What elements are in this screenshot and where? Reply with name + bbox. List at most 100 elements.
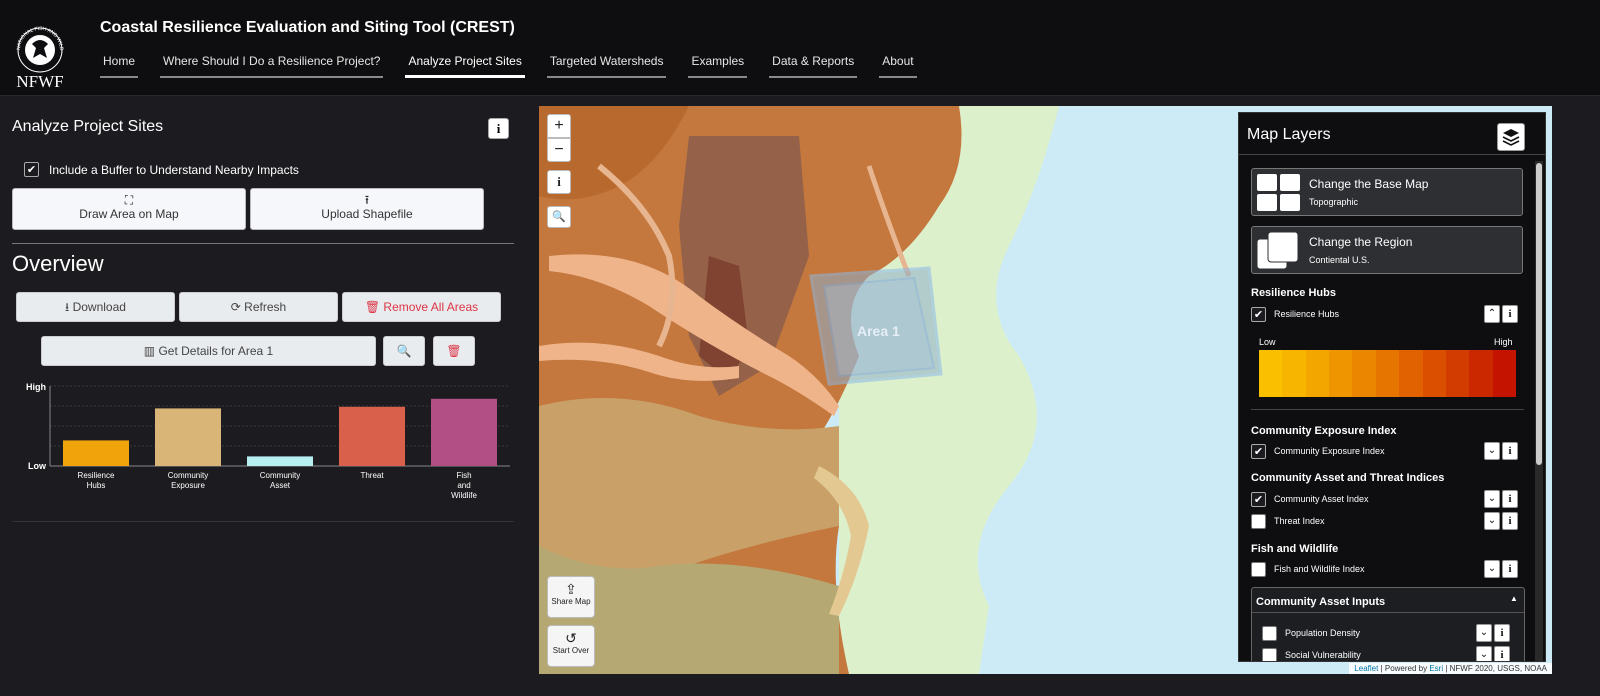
area-1-label: Area 1 (857, 323, 900, 339)
download-button[interactable]: ⭳ Download (16, 292, 175, 322)
ramp-swatch (1282, 350, 1306, 397)
community-exposure-section: Community Exposure Index (1251, 425, 1397, 437)
ramp-swatch (1469, 350, 1493, 397)
chart-bar[interactable] (155, 408, 221, 466)
share-map-label: Share Map (551, 597, 591, 606)
layers-stack-icon[interactable] (1497, 123, 1525, 151)
nfwf-logo[interactable]: NATIONAL FISH AND WILDLIFE FOUNDATION NF… (8, 4, 70, 91)
threat-index-checkbox[interactable] (1251, 513, 1266, 529)
community-exposure-info-icon[interactable]: i (1502, 442, 1518, 460)
get-details-label: Get Details for Area 1 (158, 344, 274, 358)
chevron-down-icon[interactable]: ⌄ (1476, 624, 1492, 642)
chevron-down-icon[interactable]: ⌄ (1484, 442, 1500, 460)
analyze-panel: Analyze Project Sites i ✔ Include a Buff… (0, 96, 538, 696)
esri-link[interactable]: Esri (1429, 664, 1443, 673)
bar-chart-icon: ▥ (143, 344, 159, 358)
fish-wildlife-checkbox[interactable] (1251, 561, 1266, 577)
community-asset-checkbox[interactable]: ✔ (1251, 491, 1266, 507)
get-details-button[interactable]: ▥ Get Details for Area 1 (41, 336, 376, 366)
community-asset-layer[interactable]: ✔ Community Asset Index (1251, 490, 1511, 508)
chevron-down-icon[interactable]: ⌄ (1484, 512, 1500, 530)
upload-shapefile-button[interactable]: ⭱ Upload Shapefile (250, 188, 484, 230)
threat-index-info-icon[interactable]: i (1502, 512, 1518, 530)
community-asset-info-icon[interactable]: i (1502, 490, 1518, 508)
chevron-down-icon[interactable]: ⌄ (1476, 646, 1492, 661)
buffer-checkbox[interactable]: ✔ (24, 162, 39, 177)
chart-bar[interactable] (247, 456, 313, 466)
chevron-down-icon[interactable]: ⌄ (1484, 490, 1500, 508)
divider (1251, 409, 1524, 410)
delete-area-button[interactable]: 🗑 (433, 336, 475, 366)
layers-scrollbar-thumb[interactable] (1536, 163, 1542, 465)
nav-item-home[interactable]: Home (100, 52, 139, 78)
buffer-label: Include a Buffer to Understand Nearby Im… (49, 162, 299, 177)
ramp-swatch (1375, 350, 1400, 397)
resilience-hubs-section: Resilience Hubs (1251, 287, 1336, 299)
population-density-info-icon[interactable]: i (1494, 624, 1510, 642)
zoom-out-button[interactable]: − (547, 138, 571, 162)
leaflet-link[interactable]: Leaflet (1354, 664, 1378, 673)
collapse-caret-icon[interactable]: ▲ (1510, 594, 1518, 603)
map-search-icon[interactable]: 🔍 (547, 206, 571, 228)
refresh-button[interactable]: ⟳ Refresh (179, 292, 338, 322)
zoom-to-area-button[interactable]: 🔍 (383, 336, 425, 366)
ramp-swatch (1399, 350, 1423, 397)
draw-polygon-icon: ⛶ (124, 193, 134, 207)
social-vulnerability-checkbox[interactable] (1262, 647, 1277, 661)
remove-all-areas-button[interactable]: 🗑 Remove All Areas (342, 292, 501, 322)
nav-item-where-should-i-do-a-resilience-project[interactable]: Where Should I Do a Resilience Project? (160, 52, 384, 78)
ramp-swatch (1445, 350, 1470, 397)
nav-item-about[interactable]: About (879, 52, 917, 78)
fish-wildlife-section: Fish and Wildlife (1251, 543, 1339, 555)
community-exposure-layer[interactable]: ✔ Community Exposure Index (1251, 442, 1511, 460)
population-density-checkbox[interactable] (1262, 625, 1277, 641)
chevron-down-icon[interactable]: ⌄ (1484, 560, 1500, 578)
chart-bar[interactable] (339, 406, 405, 466)
divider (12, 243, 514, 244)
nav-item-data-reports[interactable]: Data & Reports (769, 52, 858, 78)
attribution-text: | Powered by (1378, 664, 1430, 673)
divider (1252, 612, 1524, 613)
threat-index-label: Threat Index (1274, 516, 1325, 526)
ramp-swatch (1422, 350, 1446, 397)
resilience-hubs-info-icon[interactable]: i (1502, 305, 1518, 323)
community-exposure-checkbox[interactable]: ✔ (1251, 443, 1266, 459)
change-region-button[interactable]: Change the Region Contiental U.S. (1251, 226, 1523, 274)
refresh-icon: ⟳ (230, 300, 245, 314)
draw-area-button[interactable]: ⛶ Draw Area on Map (12, 188, 246, 230)
nav-item-targeted-watersheds[interactable]: Targeted Watersheds (546, 52, 667, 78)
change-basemap-button[interactable]: Change the Base Map Topographic (1251, 168, 1523, 216)
ramp-swatch (1259, 350, 1283, 397)
map-info-icon[interactable]: i (547, 170, 571, 194)
start-over-button[interactable]: ↺ Start Over (547, 625, 595, 667)
chart-bar[interactable] (431, 398, 497, 466)
fish-wildlife-label: Fish and Wildlife Index (1274, 564, 1365, 574)
chevron-up-icon[interactable]: ⌃ (1484, 305, 1500, 323)
resilience-hubs-layer[interactable]: ✔ Resilience Hubs (1251, 305, 1511, 323)
trash-icon: 🗑 (364, 300, 384, 314)
nav-item-examples[interactable]: Examples (688, 52, 748, 78)
threat-index-layer[interactable]: Threat Index (1251, 512, 1511, 530)
attribution-sources: | NFWF 2020, USGS, NOAA (1443, 664, 1547, 673)
community-exposure-label: Community Exposure Index (1274, 446, 1385, 456)
resilience-hubs-label: Resilience Hubs (1274, 309, 1340, 319)
resilience-hubs-checkbox[interactable]: ✔ (1251, 306, 1266, 322)
overview-bar-chart: High Low Resilience Hubs Community Exposure Co… (26, 382, 510, 500)
map-layers-panel: Map Layers Change the Base Map Topograph… (1238, 112, 1546, 662)
asset-threat-section: Community Asset and Threat Indices (1251, 472, 1445, 484)
panel-info-icon[interactable]: i (488, 118, 509, 139)
app-header: NATIONAL FISH AND WILDLIFE FOUNDATION NF… (0, 0, 1600, 96)
fish-wildlife-info-icon[interactable]: i (1502, 560, 1518, 578)
social-vulnerability-info-icon[interactable]: i (1494, 646, 1510, 661)
share-icon: ⇪ (565, 581, 577, 597)
zoom-in-button[interactable]: + (547, 114, 571, 138)
buffer-option[interactable]: ✔ Include a Buffer to Understand Nearby … (24, 162, 299, 177)
zoom-search-icon: 🔍 (396, 344, 412, 358)
chart-bar[interactable] (63, 440, 129, 466)
fish-wildlife-layer[interactable]: Fish and Wildlife Index (1251, 560, 1511, 578)
nav-item-analyze-project-sites[interactable]: Analyze Project Sites (405, 52, 525, 78)
basemap-subtitle: Topographic (1309, 197, 1359, 207)
overview-title: Overview (12, 251, 104, 276)
share-map-button[interactable]: ⇪ Share Map (547, 576, 595, 618)
trash-icon: 🗑 (446, 344, 462, 358)
